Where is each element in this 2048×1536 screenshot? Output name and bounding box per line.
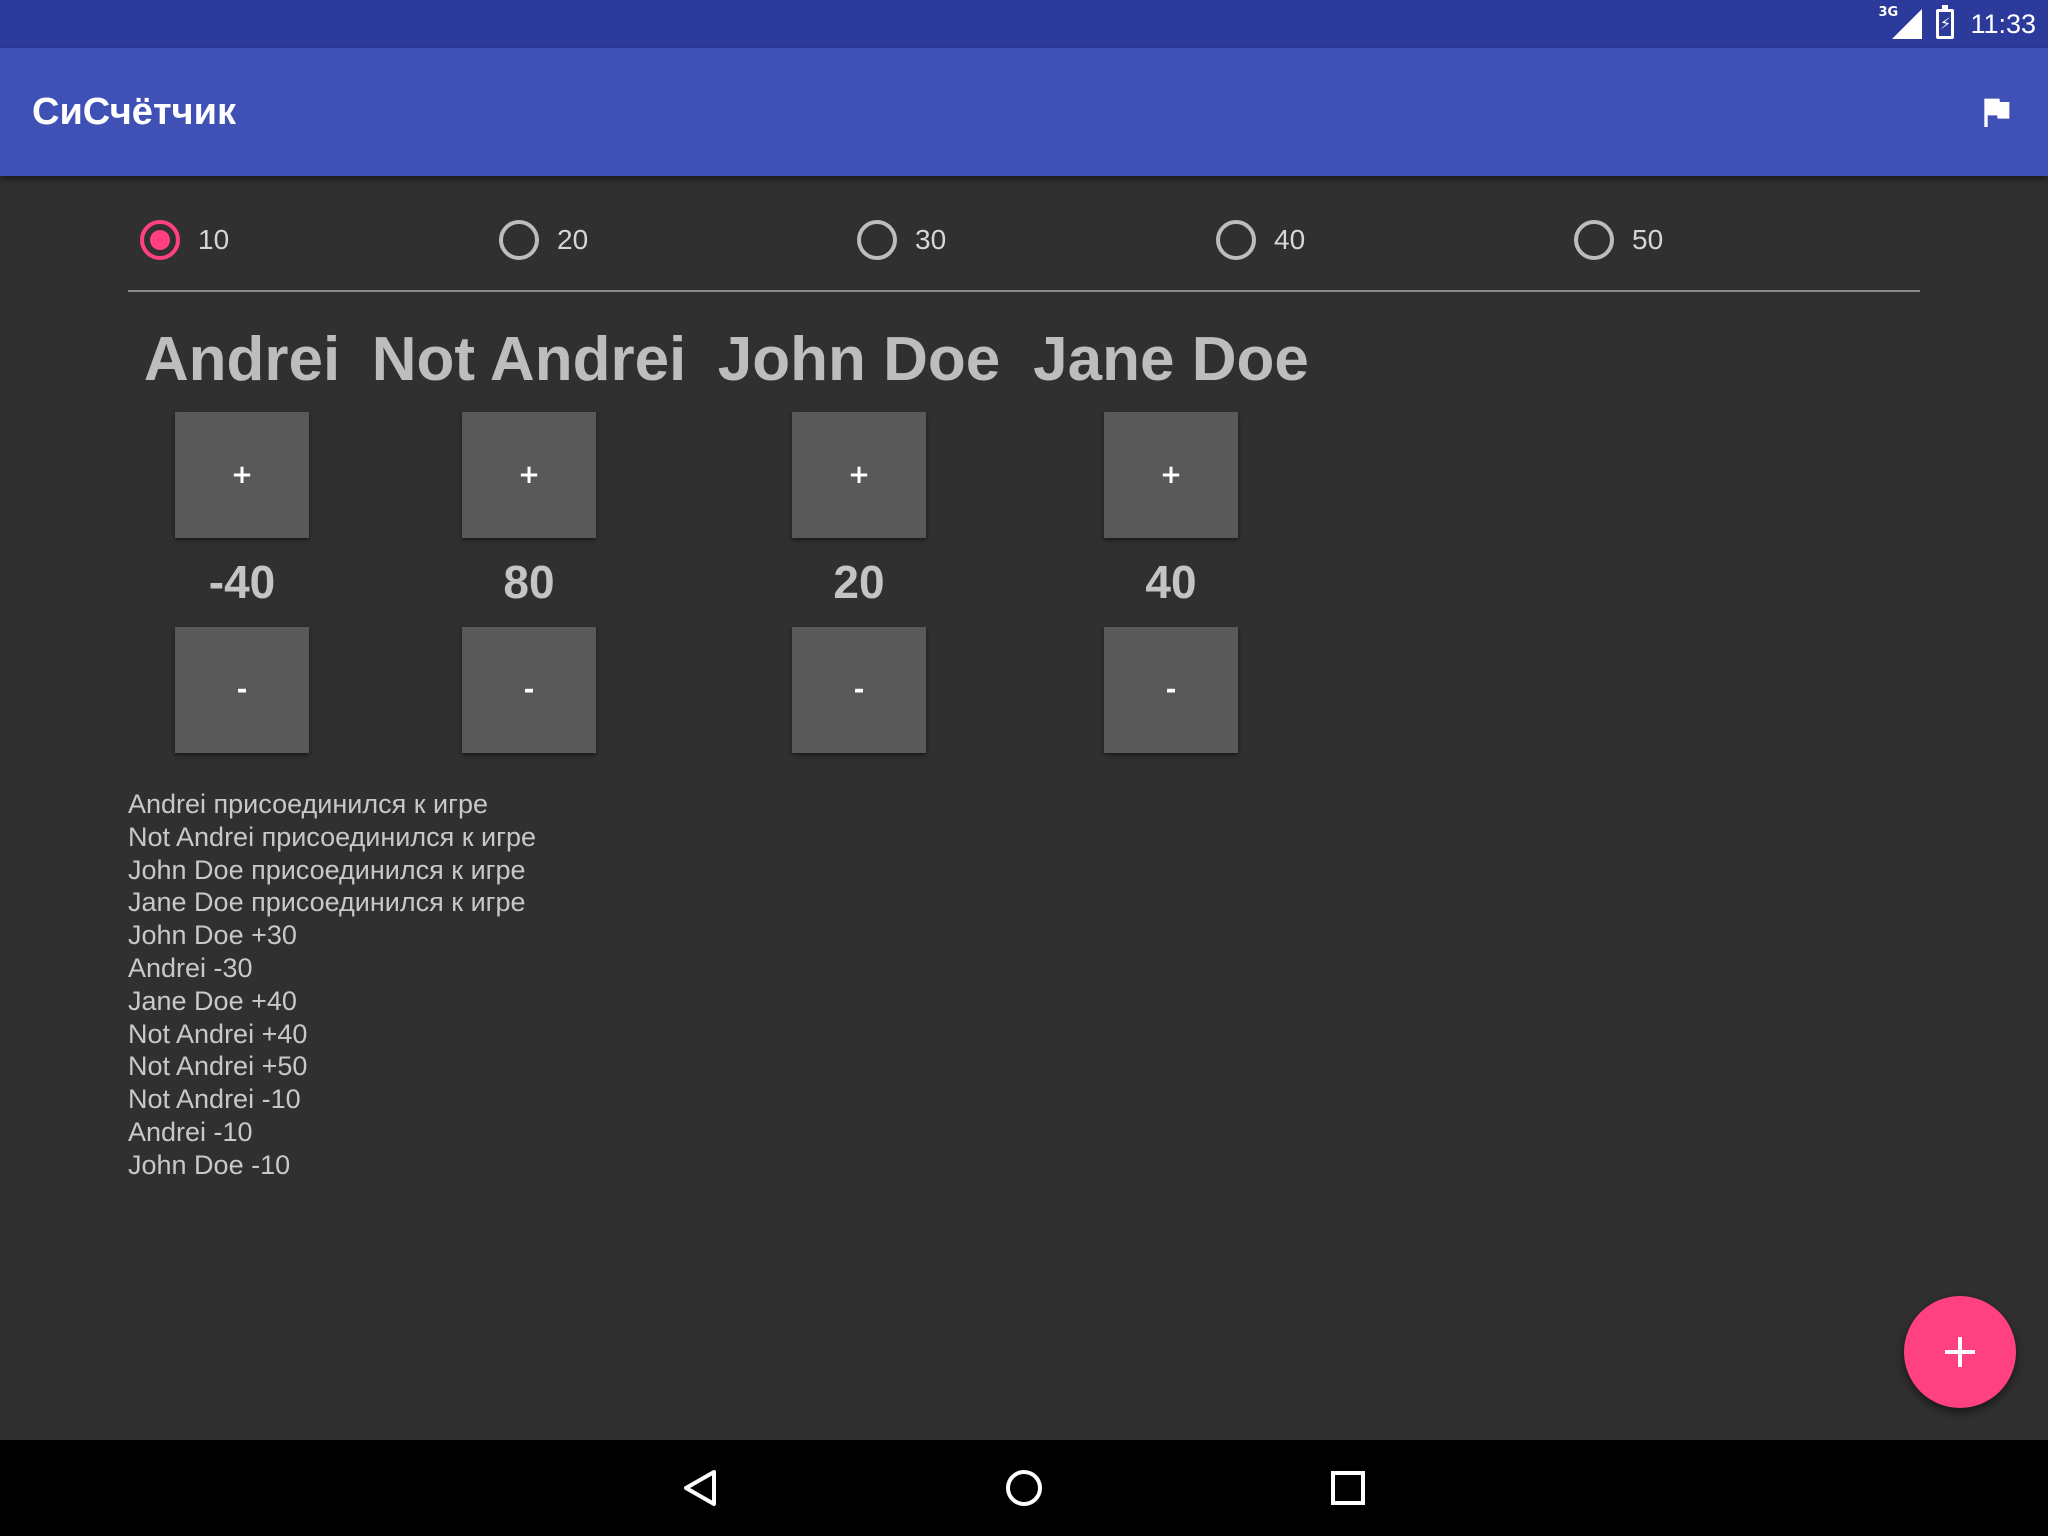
decrement-button[interactable]: - [175,627,309,753]
flag-icon[interactable] [1976,92,2016,132]
decrement-button[interactable]: - [792,627,926,753]
status-bar: 3G ⚡ 11:33 [0,0,2048,48]
add-player-fab[interactable] [1904,1296,2016,1408]
player-column: Jane Doe [1021,320,1321,400]
radio-label: 50 [1632,224,1664,255]
radio-label: 10 [198,224,230,255]
player-score: -40 [208,556,276,608]
player-name: John Doe [717,325,1001,394]
increment-button[interactable]: + [1104,412,1238,538]
battery-charging-icon: ⚡ [1936,5,1955,39]
log-entry: Not Andrei +40 [128,1018,308,1049]
decrement-button[interactable]: - [1104,627,1238,753]
radio-label: 30 [915,224,947,255]
player-column: Andrei [142,320,342,400]
log-entry: Jane Doe присоединился к игре [128,887,526,918]
radio-label: 20 [557,224,589,255]
log-entry: John Doe присоединился к игре [128,854,526,885]
player-name: Not Andrei [371,325,687,394]
radio-step-30[interactable]: 30 [857,220,946,260]
increment-button[interactable]: + [175,412,309,538]
log-entry: Not Andrei присоединился к игре [128,821,537,852]
player-score: 20 [833,556,885,608]
clock: 11:33 [1970,8,2036,39]
radio-step-50[interactable]: 50 [1574,220,1663,260]
radio-unchecked-icon [857,220,897,260]
radio-unchecked-icon [1216,220,1256,260]
log-entry: Andrei присоединился к игре [128,789,488,819]
radio-unchecked-icon [499,220,539,260]
home-icon[interactable] [994,1458,1054,1518]
back-icon[interactable] [670,1458,730,1518]
signal-icon: 3G [1878,5,1923,39]
radio-step-40[interactable]: 40 [1216,220,1305,260]
player-name: Jane Doe [1033,325,1309,394]
radio-step-10[interactable]: 10 [140,220,229,260]
log-entry: Jane Doe +40 [128,985,297,1016]
navigation-bar [0,1440,2048,1536]
plus-icon [1945,1337,1975,1367]
radio-checked-icon [140,220,180,260]
app-title: СиСчётчик [32,90,236,133]
log-entry: Andrei -30 [128,952,253,983]
decrement-button[interactable]: - [462,627,596,753]
recents-icon[interactable] [1318,1458,1378,1518]
radio-label: 40 [1274,224,1306,255]
log-entry: Not Andrei -10 [128,1084,301,1115]
log-entry: John Doe +30 [128,920,297,951]
increment-button[interactable]: + [462,412,596,538]
radio-unchecked-icon [1574,220,1614,260]
log-entry: Andrei -10 [128,1116,253,1147]
player-column: John Doe [709,320,1009,400]
radio-step-20[interactable]: 20 [499,220,588,260]
player-score: 40 [1145,556,1197,608]
app-bar: СиСчётчик [0,48,2048,176]
player-column: Not Andrei [369,320,689,400]
step-radio-group: 10 20 30 40 50 [128,200,1920,292]
increment-button[interactable]: + [792,412,926,538]
log-entry: John Doe -10 [128,1149,291,1180]
log-entry: Not Andrei +50 [128,1051,308,1082]
player-name: Andrei [143,325,341,394]
player-score: 80 [503,556,555,608]
event-log: Andrei присоединился к игре Not Andrei п… [128,788,536,1182]
